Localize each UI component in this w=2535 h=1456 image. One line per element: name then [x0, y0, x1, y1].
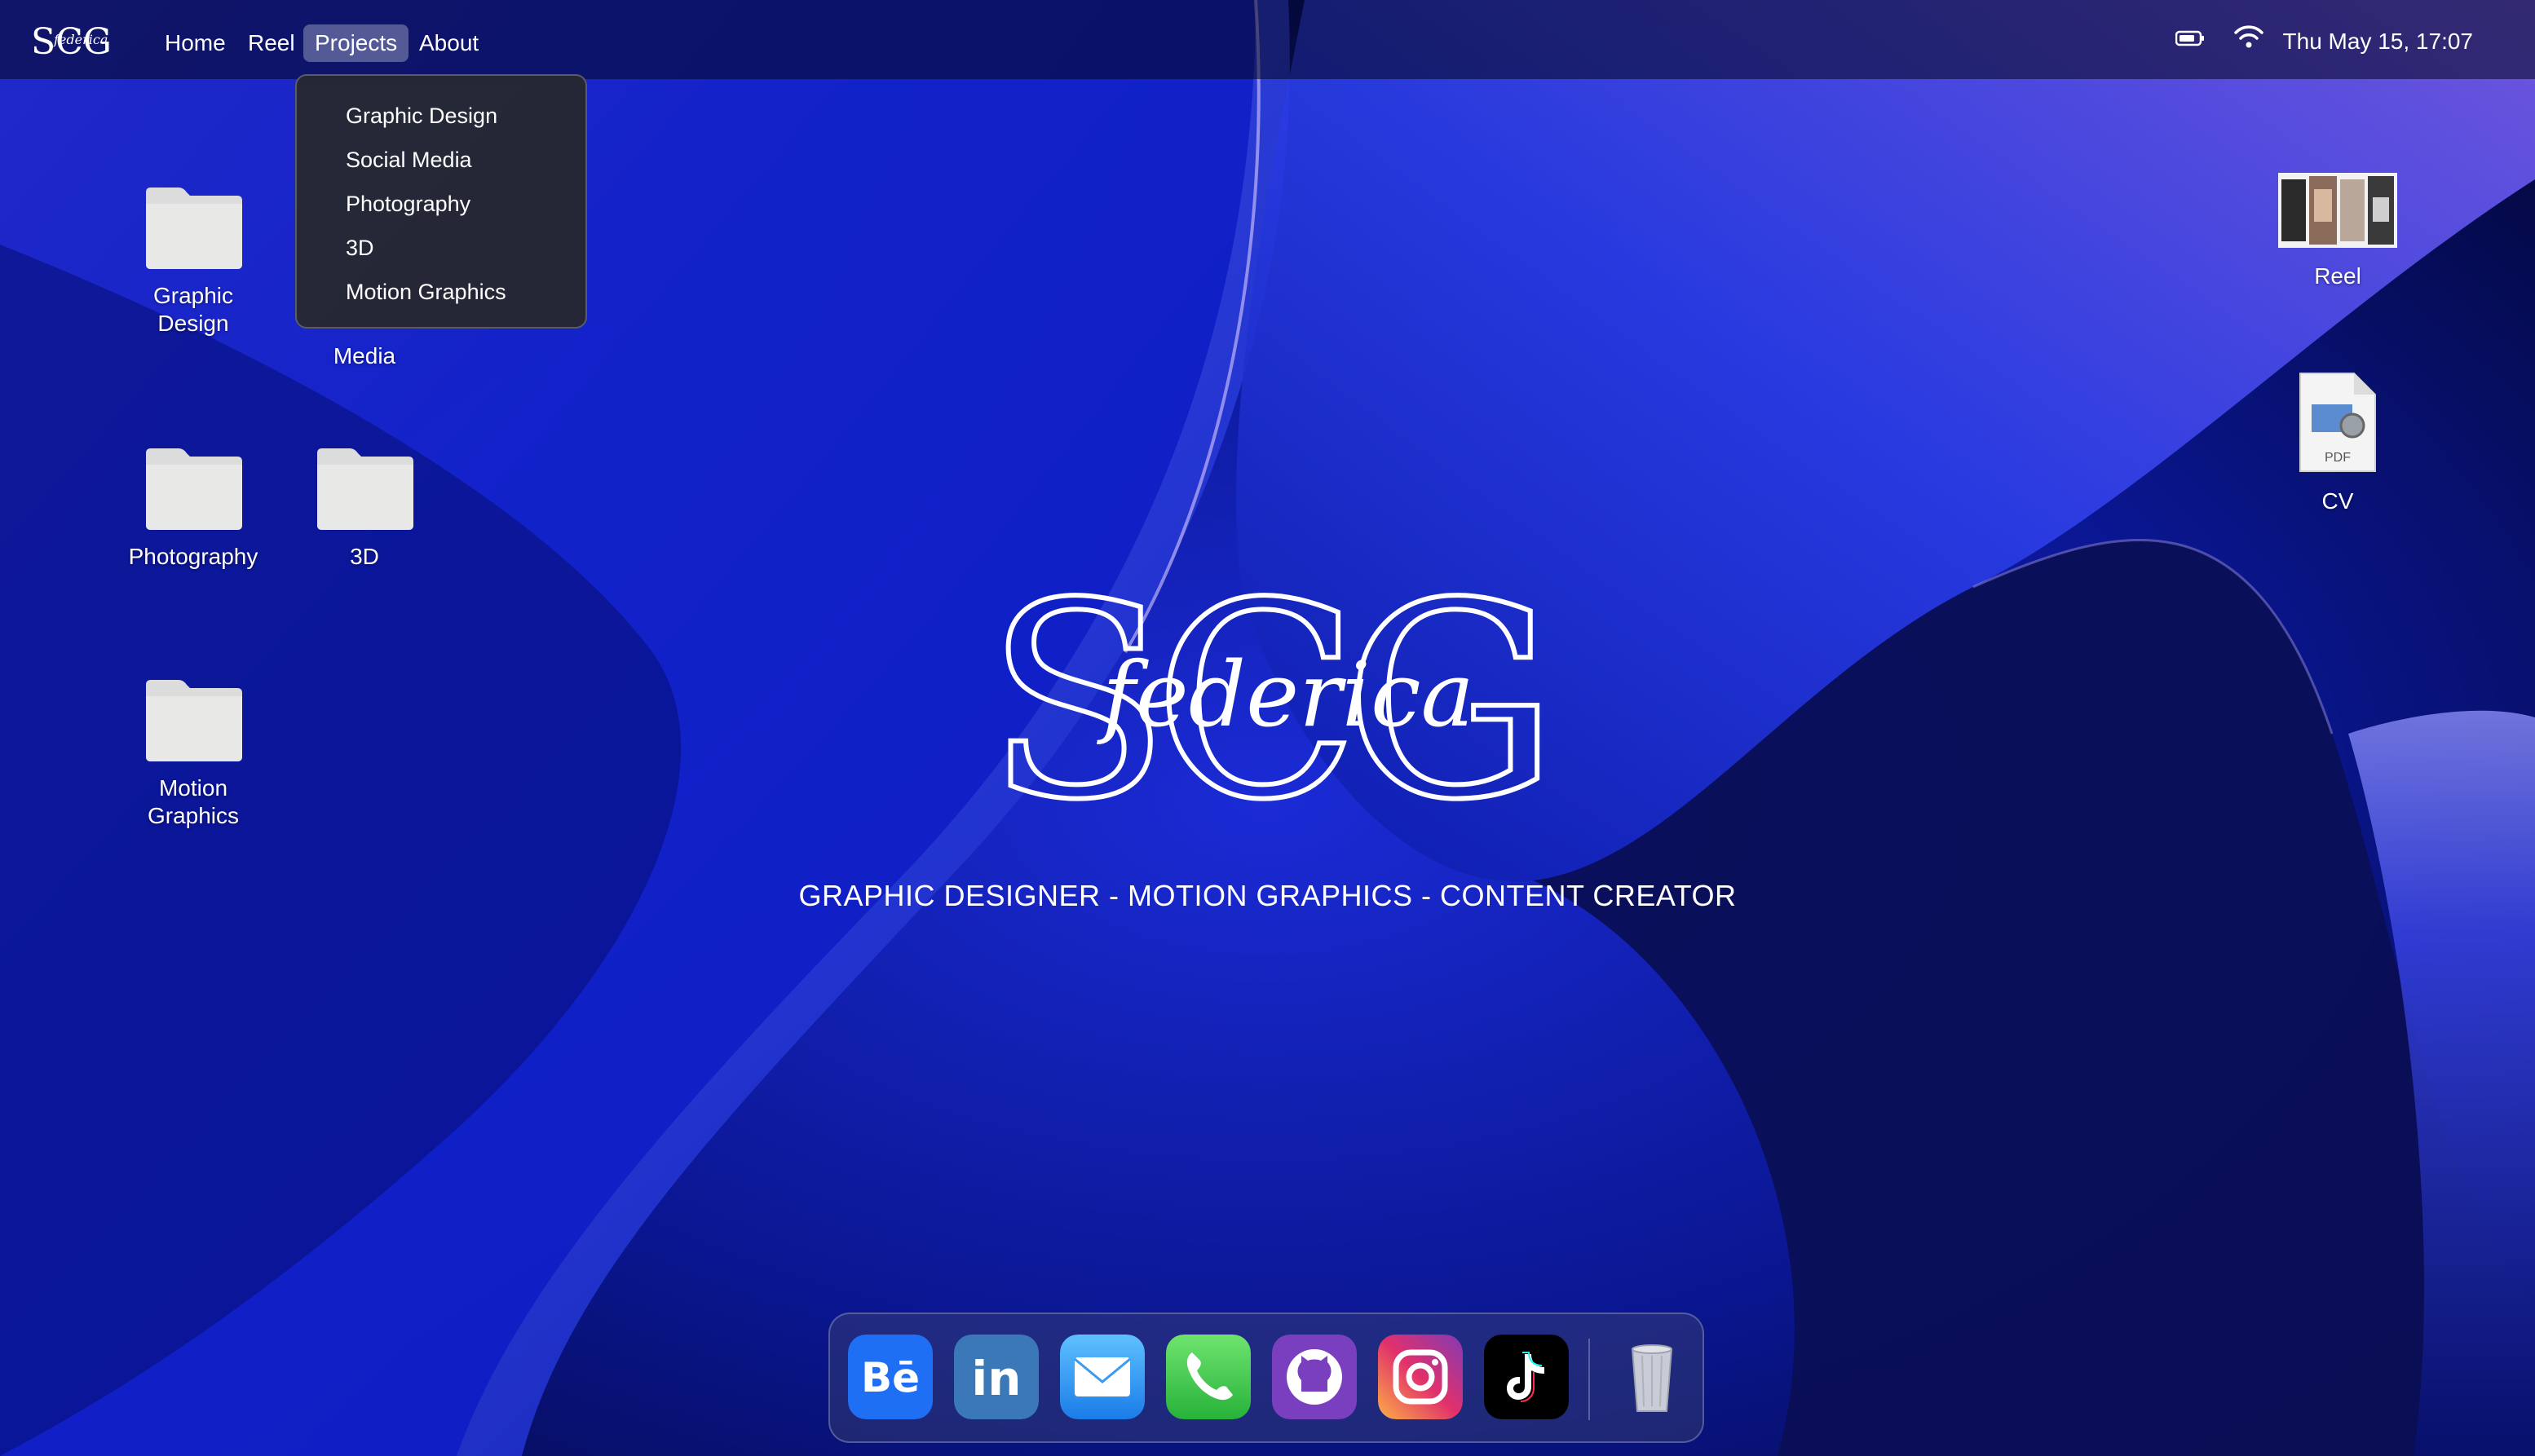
- file-reel[interactable]: Reel: [2252, 173, 2423, 290]
- menu-bar: SCG federica Home Reel Projects About Th…: [0, 0, 2535, 79]
- file-label: Reel: [2314, 263, 2361, 289]
- svg-text:in: in: [971, 1351, 1021, 1406]
- dropdown-item-graphic-design[interactable]: Graphic Design: [297, 94, 585, 138]
- phone-icon[interactable]: [1166, 1335, 1251, 1419]
- menu-projects[interactable]: Projects: [303, 24, 409, 62]
- file-cv[interactable]: PDF CV: [2252, 372, 2423, 515]
- folder-label: Media: [333, 343, 396, 368]
- svg-text:Bē: Bē: [861, 1354, 920, 1401]
- github-icon[interactable]: [1272, 1335, 1357, 1419]
- projects-dropdown: Graphic Design Social Media Photography …: [295, 74, 587, 329]
- scg-federica-logo: SCG federica: [983, 571, 1561, 815]
- scg-logo-small[interactable]: SCG federica: [31, 13, 116, 65]
- tiktok-icon[interactable]: [1484, 1335, 1569, 1419]
- clock: Thu May 15, 17:07: [2282, 29, 2473, 54]
- pdf-badge: PDF: [2325, 451, 2351, 465]
- linkedin-icon[interactable]: in: [954, 1335, 1039, 1419]
- trash-icon[interactable]: [1610, 1335, 1694, 1419]
- folder-label: Motion Graphics: [147, 775, 240, 828]
- file-label: CV: [2321, 488, 2354, 514]
- battery-icon[interactable]: [2175, 28, 2205, 49]
- menu-home[interactable]: Home: [153, 24, 237, 62]
- dropdown-item-3d[interactable]: 3D: [297, 226, 585, 270]
- folder-icon: [146, 680, 242, 761]
- reel-thumbnail-icon: [2278, 173, 2397, 248]
- mail-icon[interactable]: [1060, 1335, 1145, 1419]
- dropdown-item-motion-graphics[interactable]: Motion Graphics: [297, 270, 585, 314]
- pdf-file-icon: PDF: [2299, 373, 2376, 472]
- folder-label: Photography: [128, 544, 258, 569]
- folder-label: Graphic Design: [152, 283, 234, 336]
- behance-icon[interactable]: Bē: [848, 1335, 933, 1419]
- wifi-icon[interactable]: [2232, 23, 2265, 51]
- folder-motion-graphics[interactable]: Motion Graphics: [108, 677, 279, 830]
- folder-icon: [317, 448, 413, 530]
- menu-about[interactable]: About: [408, 24, 490, 62]
- brand-script: federica: [1097, 642, 1474, 747]
- dock-separator: [1588, 1339, 1590, 1420]
- dropdown-item-photography[interactable]: Photography: [297, 182, 585, 226]
- menu-reel[interactable]: Reel: [236, 24, 307, 62]
- instagram-icon[interactable]: [1378, 1335, 1463, 1419]
- folder-graphic-design[interactable]: Graphic Design: [108, 184, 279, 338]
- folder-media[interactable]: Media: [279, 329, 450, 370]
- folder-icon: [146, 188, 242, 269]
- dropdown-item-social-media[interactable]: Social Media: [297, 138, 585, 182]
- folder-3d[interactable]: 3D: [279, 445, 450, 571]
- tagline: GRAPHIC DESIGNER - MOTION GRAPHICS - CON…: [798, 879, 1737, 912]
- folder-label: 3D: [350, 544, 379, 569]
- folder-icon: [146, 448, 242, 530]
- folder-photography[interactable]: Photography: [108, 445, 279, 571]
- dock: Bē in: [828, 1313, 1704, 1443]
- logo-script: federica: [53, 32, 108, 47]
